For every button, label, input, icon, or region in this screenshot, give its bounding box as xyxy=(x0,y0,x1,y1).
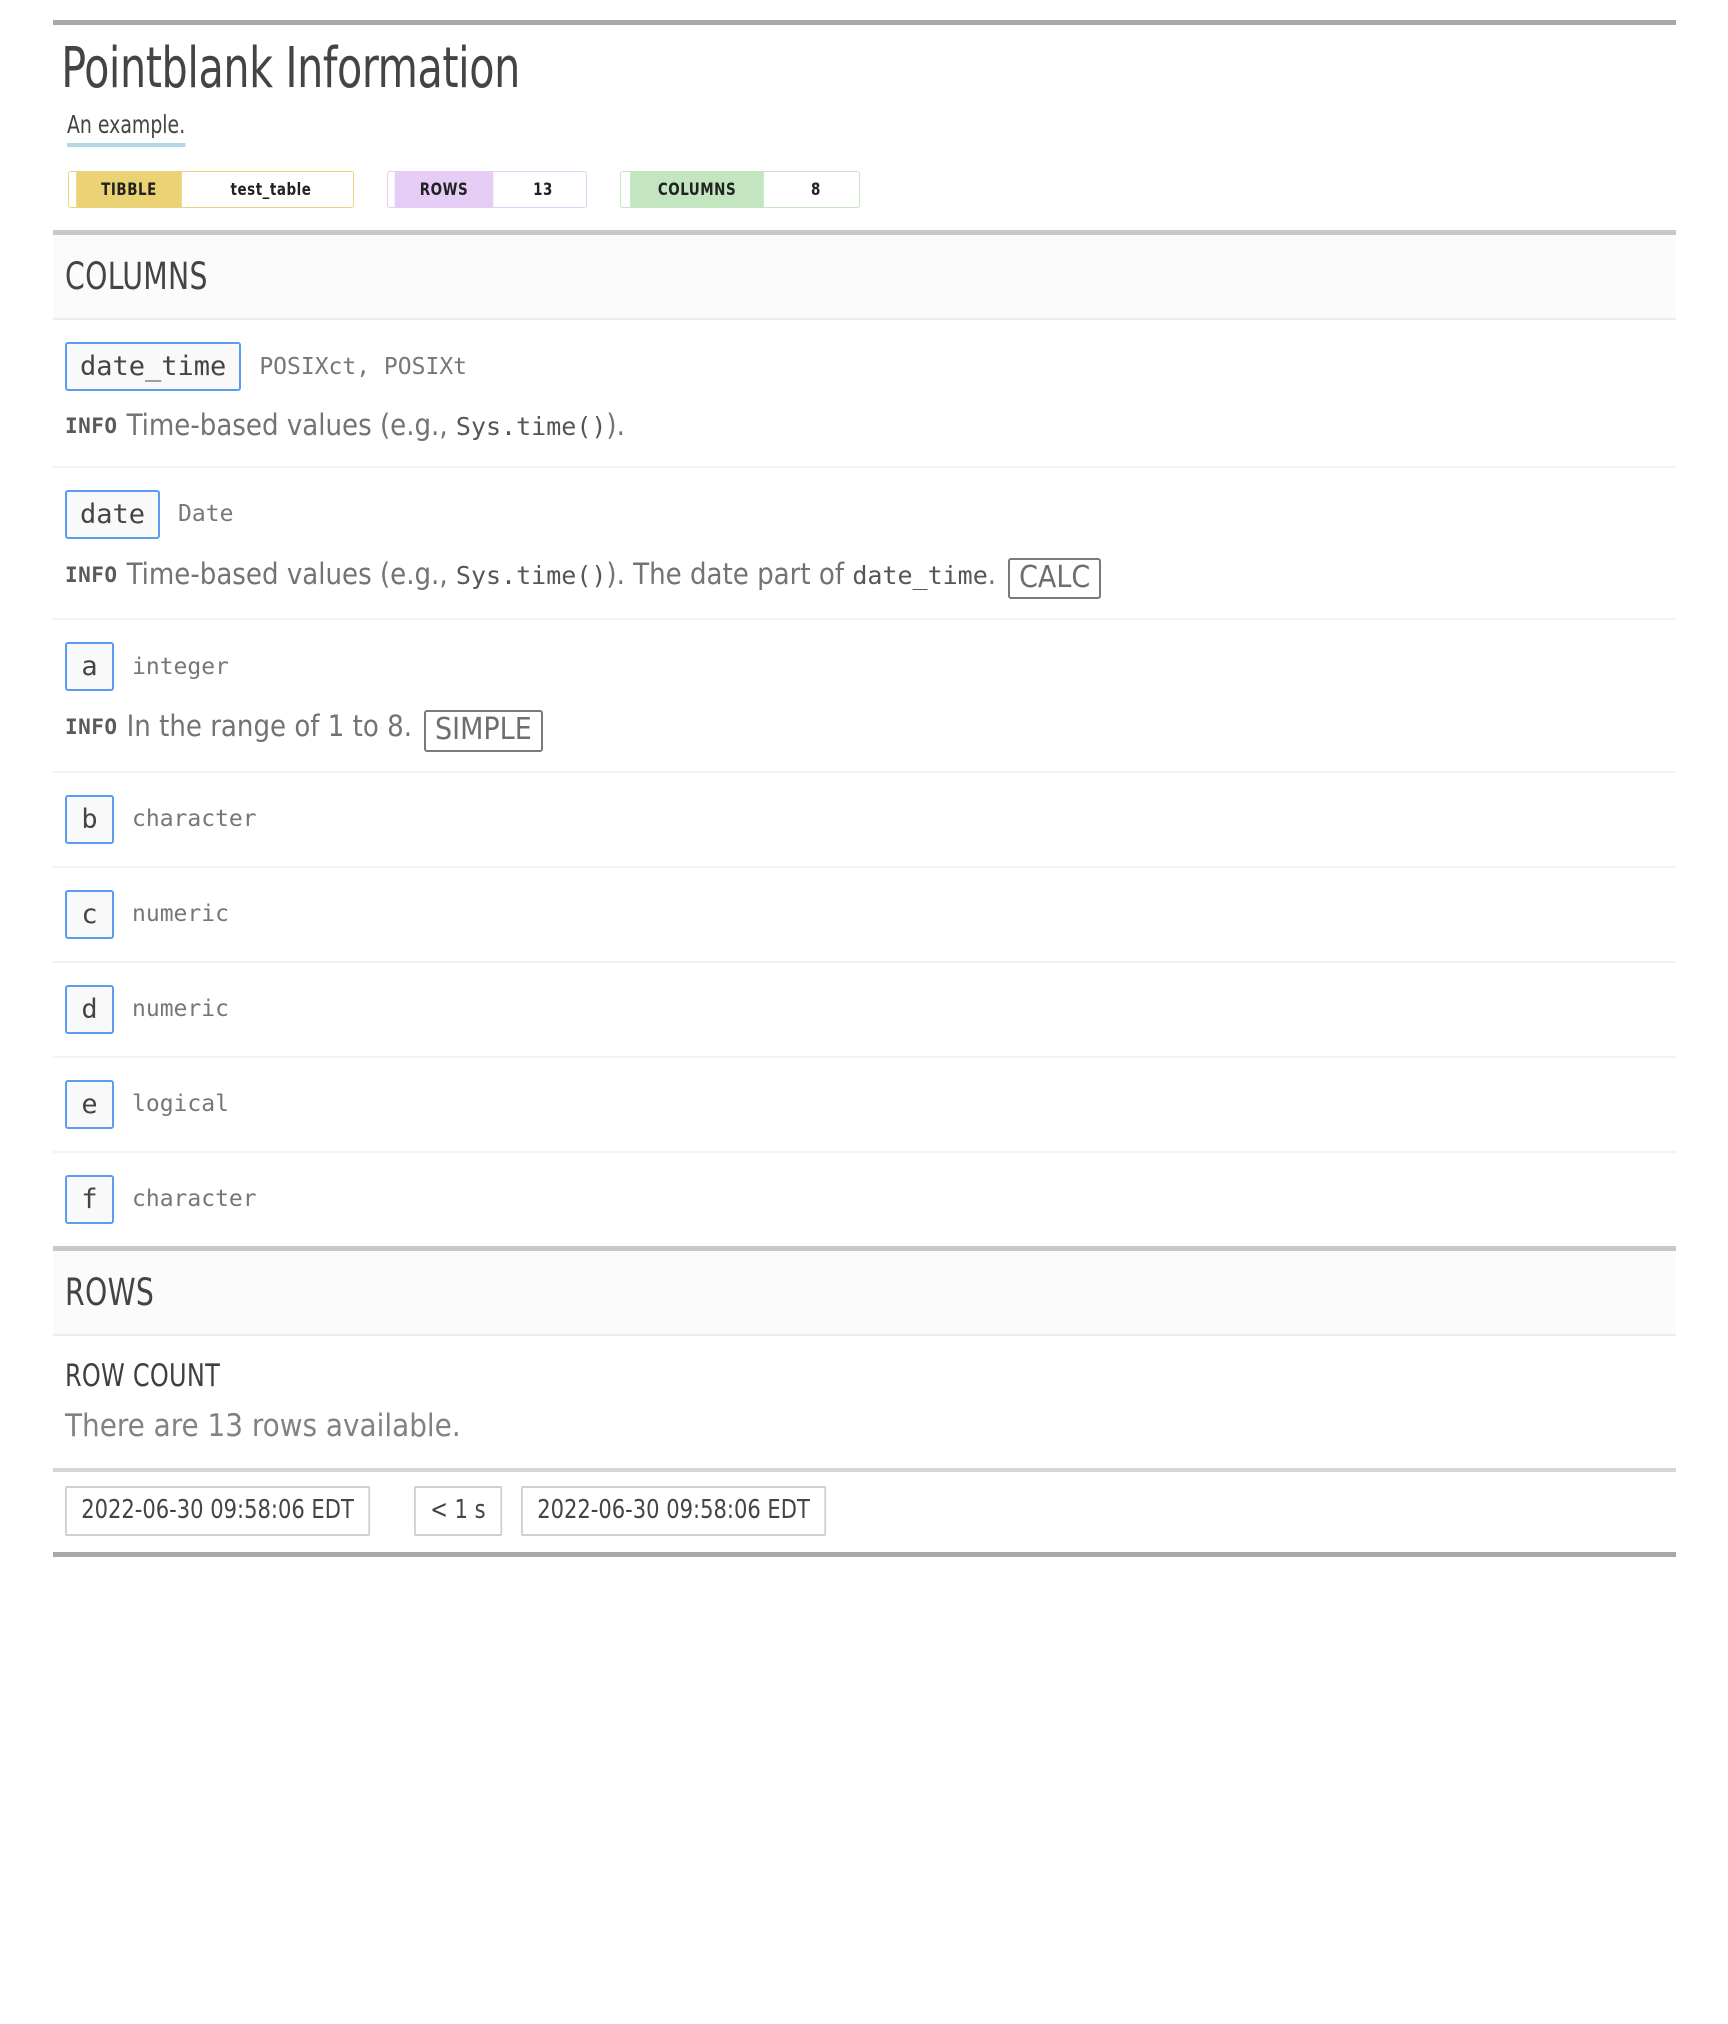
row-count-description: There are 13 rows available. xyxy=(65,1407,461,1444)
footer-end-time: 2022-06-30 09:58:06 EDT xyxy=(521,1485,827,1536)
info-code-snippet: Sys.time() xyxy=(455,560,607,590)
page-subtitle: An example. xyxy=(67,110,186,148)
info-text-post: ). The date part of xyxy=(606,556,853,591)
table-row: date_time POSIXct, POSIXt INFO Time-base… xyxy=(53,320,1676,468)
section-header-columns: COLUMNS xyxy=(53,230,1676,321)
column-type-label: integer xyxy=(132,653,229,680)
column-name-chip: d xyxy=(65,984,114,1034)
badge-columns-label: COLUMNS xyxy=(630,172,764,208)
column-header-line: date_time POSIXct, POSIXt xyxy=(65,342,1664,392)
summary-badge-row: TIBBLE test_table ROWS 13 COLUMNS 8 xyxy=(53,171,1676,209)
info-code-snippet: Sys.time() xyxy=(455,412,607,442)
column-type-label: logical xyxy=(132,1091,229,1118)
badge-tibble-label: TIBBLE xyxy=(76,172,182,208)
page-title: Pointblank Information xyxy=(61,36,520,101)
table-row: c numeric xyxy=(53,868,1676,963)
info-text-post: ). xyxy=(606,408,625,443)
info-text-pre: Time-based values (e.g., xyxy=(126,408,456,443)
status-badge-simple: SIMPLE xyxy=(424,710,543,752)
table-row: f character xyxy=(53,1153,1676,1246)
badge-rows: ROWS 13 xyxy=(387,171,587,209)
column-name-chip: a xyxy=(65,642,114,692)
badge-tibble: TIBBLE test_table xyxy=(68,171,354,209)
badge-tibble-value: test_table xyxy=(198,172,344,208)
report-footer: 2022-06-30 09:58:06 EDT < 1 s 2022-06-30… xyxy=(53,1467,1676,1552)
column-header-line: c numeric xyxy=(65,889,1664,939)
info-text-pre: In the range of 1 to 8. xyxy=(126,709,412,744)
section-header-rows: ROWS xyxy=(53,1245,1676,1336)
column-type-label: numeric xyxy=(132,996,229,1023)
info-tag-label: INFO xyxy=(65,715,118,740)
column-name-chip: date xyxy=(65,489,161,539)
info-tag-label: INFO xyxy=(65,562,118,587)
column-info-line: INFO Time-based values (e.g., Sys.time()… xyxy=(65,407,1664,443)
badge-rows-label: ROWS xyxy=(394,172,494,208)
table-row: d numeric xyxy=(53,963,1676,1058)
section-header-rows-label: ROWS xyxy=(65,1270,155,1314)
column-type-label: Date xyxy=(178,501,234,528)
table-row: date Date INFO Time-based values (e.g., … xyxy=(53,468,1676,621)
column-name-chip: b xyxy=(65,794,114,844)
table-row: e logical xyxy=(53,1058,1676,1153)
footer-start-time: 2022-06-30 09:58:06 EDT xyxy=(65,1485,371,1536)
subtitle-wrap: An example. xyxy=(53,110,1676,148)
column-name-chip: f xyxy=(65,1174,114,1224)
column-header-line: f character xyxy=(65,1174,1664,1224)
column-type-label: character xyxy=(132,1186,257,1213)
info-tag-label: INFO xyxy=(65,414,118,439)
column-name-chip: c xyxy=(65,889,114,939)
columns-list: date_time POSIXct, POSIXt INFO Time-base… xyxy=(53,320,1676,1245)
column-info-line: INFO Time-based values (e.g., Sys.time()… xyxy=(65,555,1664,600)
column-type-label: character xyxy=(132,806,257,833)
report-page: Pointblank Information An example. TIBBL… xyxy=(0,0,1728,2024)
section-header-columns-label: COLUMNS xyxy=(65,255,208,299)
column-name-chip: e xyxy=(65,1079,114,1129)
badge-rows-value: 13 xyxy=(505,172,581,208)
column-header-line: b character xyxy=(65,794,1664,844)
footer-duration: < 1 s xyxy=(413,1485,502,1536)
table-row: b character xyxy=(53,773,1676,868)
rows-section-body: ROW COUNT There are 13 rows available. xyxy=(53,1336,1676,1468)
table-row: a integer INFO In the range of 1 to 8. S… xyxy=(53,620,1676,773)
column-header-line: e logical xyxy=(65,1079,1664,1129)
badge-columns: COLUMNS 8 xyxy=(620,171,860,209)
column-type-label: numeric xyxy=(132,901,229,928)
column-name-chip: date_time xyxy=(65,342,242,392)
column-header-line: a integer xyxy=(65,642,1664,692)
badge-columns-value: 8 xyxy=(778,172,854,208)
info-text-tail: . xyxy=(987,556,997,591)
info-text-pre: Time-based values (e.g., xyxy=(126,556,456,591)
pointblank-information-table: Pointblank Information An example. TIBBL… xyxy=(53,20,1676,1557)
report-header: Pointblank Information An example. TIBBL… xyxy=(53,25,1676,230)
info-code-snippet-tail: date_time xyxy=(852,560,988,590)
column-type-label: POSIXct, POSIXt xyxy=(259,353,468,380)
column-header-line: d numeric xyxy=(65,984,1664,1034)
row-count-subheading: ROW COUNT xyxy=(65,1357,220,1394)
column-info-line: INFO In the range of 1 to 8. SIMPLE xyxy=(65,707,1664,752)
column-header-line: date Date xyxy=(65,489,1664,539)
status-badge-calc: CALC xyxy=(1008,557,1102,600)
